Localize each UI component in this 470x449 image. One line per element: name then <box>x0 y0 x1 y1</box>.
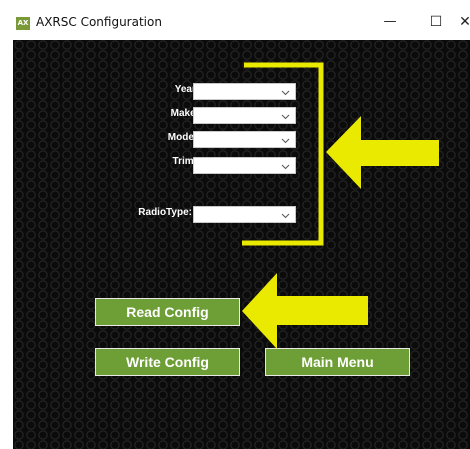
bracket-icon <box>242 62 324 246</box>
close-button[interactable]: ✕ <box>455 6 470 40</box>
minimize-button[interactable]: — <box>372 6 408 40</box>
arrow-left-icon <box>242 273 368 349</box>
app-icon: AX <box>16 17 30 30</box>
annotation-overlay <box>242 62 439 349</box>
window-title: AXRSC Configuration <box>36 15 162 29</box>
arrow-left-icon <box>326 116 439 189</box>
app-window: AX AXRSC Configuration — ☐ ✕ Year : Make… <box>13 6 470 449</box>
maximize-button[interactable]: ☐ <box>418 6 454 40</box>
client-area: Year : Make: Model: Trim: RadioType: Rea… <box>13 40 470 449</box>
title-bar[interactable]: AX AXRSC Configuration — ☐ ✕ <box>13 6 470 40</box>
